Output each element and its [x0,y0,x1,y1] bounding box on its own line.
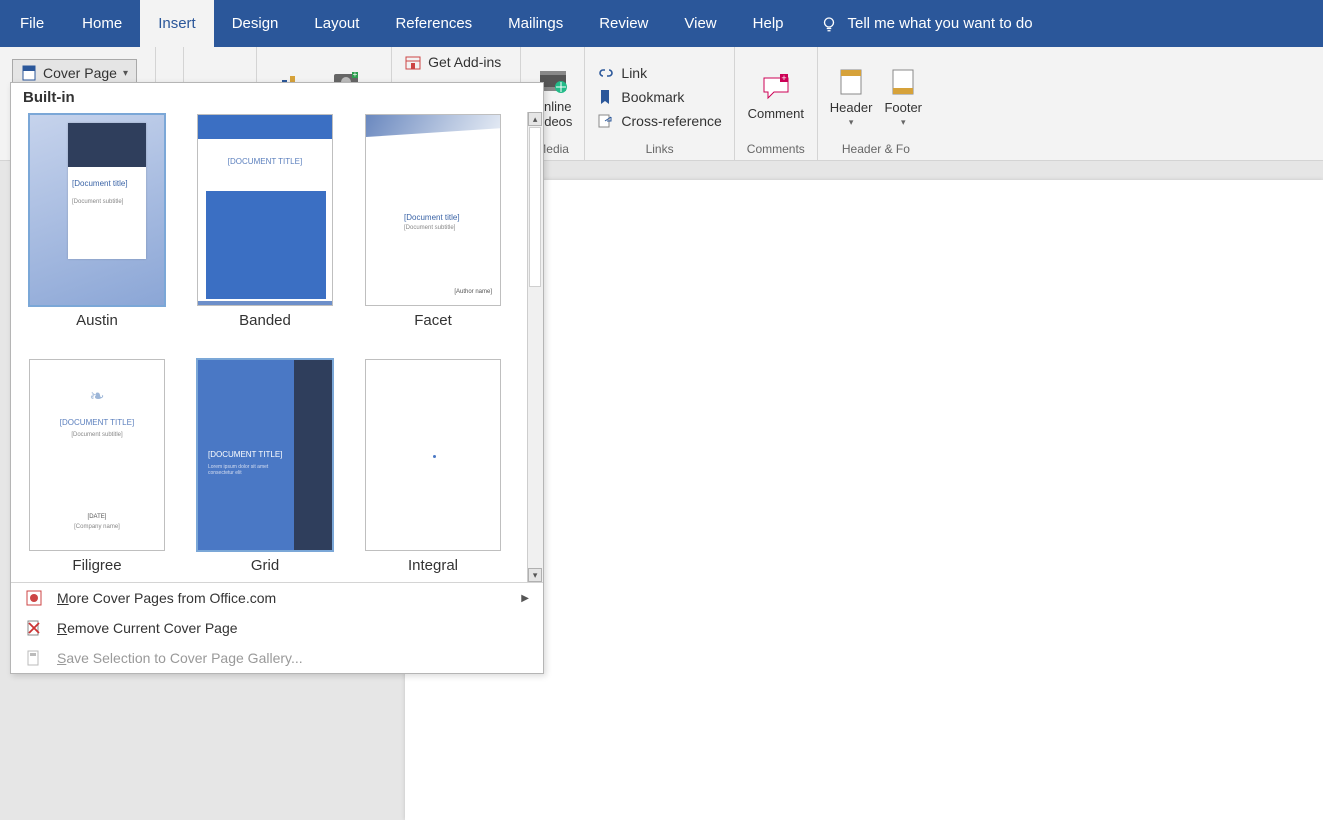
cover-option-grid[interactable]: [DOCUMENT TITLE] Lorem ipsum dolor sit a… [197,359,333,574]
tab-help[interactable]: Help [735,0,802,47]
comment-label: Comment [748,106,804,121]
tell-me-search[interactable]: Tell me what you want to do [820,0,1033,47]
tab-view[interactable]: View [666,0,734,47]
scroll-track[interactable] [529,127,541,287]
tab-home[interactable]: Home [64,0,140,47]
chevron-down-icon: ▾ [123,68,128,79]
facet-label: Facet [414,312,452,329]
footer-icon [887,66,919,98]
crossref-icon [597,112,615,130]
header-label: Header [830,100,873,115]
more-label: More Cover Pages from Office.com [57,590,276,606]
tab-layout[interactable]: Layout [296,0,377,47]
cover-option-banded[interactable]: [DOCUMENT TITLE] Banded [197,114,333,329]
get-addins-label: Get Add-ins [428,54,501,70]
tab-insert[interactable]: Insert [140,0,214,47]
filigree-label: Filigree [72,557,121,574]
tab-mailings[interactable]: Mailings [490,0,581,47]
store-icon [404,53,422,71]
lightbulb-icon [820,15,838,33]
gallery-header: Built-in [11,83,543,112]
crossref-label: Cross-reference [621,113,721,129]
tell-me-label: Tell me what you want to do [848,15,1033,32]
bookmark-button[interactable]: Bookmark [597,88,684,106]
svg-text:+: + [781,73,786,83]
save-gallery-icon [25,649,43,667]
banded-label: Banded [239,312,291,329]
bookmark-icon [597,88,615,106]
cover-page-label: Cover Page [43,65,117,81]
link-icon [597,64,615,82]
remove-cover-page-item[interactable]: Remove Current Cover Page [11,613,543,643]
comment-icon: + [760,72,792,104]
integral-label: Integral [408,557,458,574]
gallery-scrollbar[interactable]: ▴ ▾ [527,112,543,582]
submenu-arrow-icon: ▶ [521,593,529,604]
header-icon [835,66,867,98]
link-button[interactable]: Link [597,64,647,82]
remove-icon [25,619,43,637]
comments-group-label: Comments [747,140,805,158]
cover-page-icon [21,65,37,81]
link-label: Link [621,65,647,81]
cover-option-filigree[interactable]: ❧ [DOCUMENT TITLE] [Document subtitle] [… [29,359,165,574]
tab-references[interactable]: References [377,0,490,47]
austin-thumbnail: [Document title] [Document subtitle] [29,114,165,306]
facet-thumbnail: [Document title] [Document subtitle] [Au… [365,114,501,306]
footer-label: Footer [884,100,922,115]
cover-page-gallery: Built-in [Document title] [Document subt… [10,82,544,674]
save-to-gallery-item: Save Selection to Cover Page Gallery... [11,643,543,673]
save-label: Save Selection to Cover Page Gallery... [57,650,303,666]
bookmark-label: Bookmark [621,89,684,105]
ribbon-tabs: File Home Insert Design Layout Reference… [0,0,1323,47]
banded-thumbnail: [DOCUMENT TITLE] [197,114,333,306]
footer-button[interactable]: Footer ▾ [884,66,922,128]
cover-option-austin[interactable]: [Document title] [Document subtitle] Aus… [29,114,165,329]
tab-file[interactable]: File [0,0,64,47]
links-group-label: Links [646,140,674,158]
cover-option-facet[interactable]: [Document title] [Document subtitle] [Au… [365,114,501,329]
integral-thumbnail [365,359,501,551]
scroll-up-button[interactable]: ▴ [528,112,542,126]
filigree-thumbnail: ❧ [DOCUMENT TITLE] [Document subtitle] [… [29,359,165,551]
chevron-down-icon: ▾ [849,117,854,128]
austin-label: Austin [76,312,118,329]
comment-button[interactable]: + Comment [748,72,804,121]
chevron-down-icon: ▾ [901,117,906,128]
grid-label: Grid [251,557,279,574]
get-addins-button[interactable]: Get Add-ins [404,53,501,71]
svg-text:+: + [353,70,358,79]
header-button[interactable]: Header ▾ [830,66,873,128]
scroll-down-button[interactable]: ▾ [528,568,542,582]
hf-group-label: Header & Fo [842,140,910,158]
cross-reference-button[interactable]: Cross-reference [597,112,721,130]
cover-option-integral[interactable]: Integral [365,359,501,574]
office-icon [25,589,43,607]
tab-design[interactable]: Design [214,0,297,47]
remove-label: Remove Current Cover Page [57,620,238,636]
grid-thumbnail: [DOCUMENT TITLE] Lorem ipsum dolor sit a… [197,359,333,551]
more-cover-pages-item[interactable]: More Cover Pages from Office.com ▶ [11,583,543,613]
tab-review[interactable]: Review [581,0,666,47]
